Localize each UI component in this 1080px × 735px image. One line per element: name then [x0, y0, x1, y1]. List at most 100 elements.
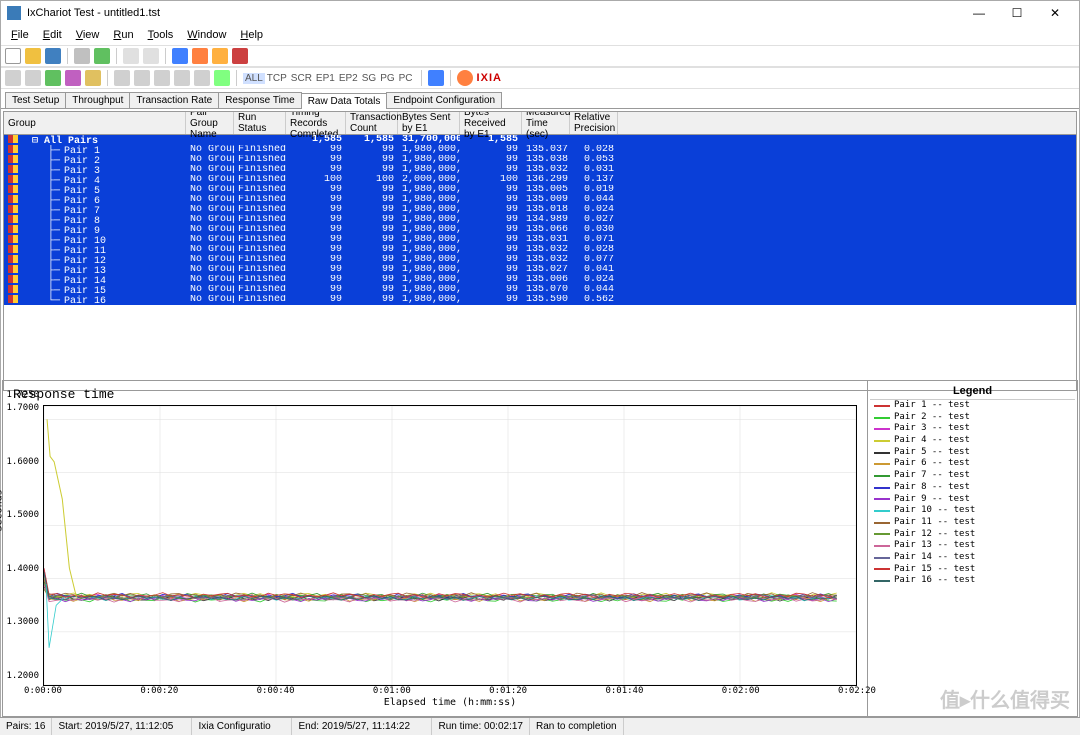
col-header[interactable]: RelativePrecision [570, 112, 618, 134]
abort-icon[interactable] [232, 48, 248, 64]
menu-edit[interactable]: Edit [37, 27, 68, 43]
y-tick: 1.7000 [6, 403, 39, 413]
x-tick: 0:01:00 [373, 686, 411, 696]
menu-file[interactable]: File [5, 27, 35, 43]
col-header[interactable]: Run Status [234, 112, 286, 134]
menu-tools[interactable]: Tools [142, 27, 180, 43]
table-body[interactable]: ⊟ All Pairs1,5851,58531,700,000,0001,585… [4, 135, 1076, 305]
legend-item[interactable]: Pair 8 -- test [870, 482, 1075, 494]
paste-icon[interactable] [143, 48, 159, 64]
legend-item[interactable]: Pair 15 -- test [870, 564, 1075, 576]
legend-item[interactable]: Pair 12 -- test [870, 529, 1075, 541]
table-row[interactable]: ├─Pair 3No GroupFinished99991,980,000,00… [4, 165, 1076, 175]
tool-d-icon[interactable] [65, 70, 81, 86]
table-row[interactable]: ├─Pair 2No GroupFinished99991,980,000,00… [4, 155, 1076, 165]
tool-b-icon[interactable] [25, 70, 41, 86]
refresh-icon[interactable] [428, 70, 444, 86]
col-header[interactable]: Bytes Receivedby E1 [460, 112, 522, 134]
legend-item[interactable]: Pair 6 -- test [870, 458, 1075, 470]
menu-help[interactable]: Help [234, 27, 269, 43]
col-header[interactable]: Bytes Sentby E1 [398, 112, 460, 134]
filter-pg[interactable]: PG [378, 73, 396, 84]
table-row[interactable]: ├─Pair 11No GroupFinished99991,980,000,0… [4, 245, 1076, 255]
copy-icon[interactable] [123, 48, 139, 64]
filter-pc[interactable]: PC [397, 73, 415, 84]
new-icon[interactable] [5, 48, 21, 64]
filter-tcp[interactable]: TCP [265, 73, 289, 84]
y-axis-label: Seconds [0, 489, 5, 531]
legend-item[interactable]: Pair 10 -- test [870, 505, 1075, 517]
table-row[interactable]: ├─Pair 10No GroupFinished99991,980,000,0… [4, 235, 1076, 245]
maximize-button[interactable]: ☐ [999, 3, 1035, 23]
filter-all[interactable]: ALL [243, 73, 265, 84]
tool-c-icon[interactable] [45, 70, 61, 86]
tool-a-icon[interactable] [5, 70, 21, 86]
results-table: GroupPair GroupNameRun StatusTiming Reco… [3, 111, 1077, 391]
x-tick: 0:01:40 [605, 686, 643, 696]
tab-response-time[interactable]: Response Time [218, 92, 301, 108]
tool-g-icon[interactable] [134, 70, 150, 86]
tool-e-icon[interactable] [85, 70, 101, 86]
legend-item[interactable]: Pair 3 -- test [870, 423, 1075, 435]
tool-f-icon[interactable] [114, 70, 130, 86]
legend-item[interactable]: Pair 5 -- test [870, 447, 1075, 459]
tool-j-icon[interactable] [194, 70, 210, 86]
filter-sg[interactable]: SG [360, 73, 378, 84]
tab-transaction-rate[interactable]: Transaction Rate [129, 92, 219, 108]
app-icon [7, 6, 21, 20]
pause-icon[interactable] [212, 48, 228, 64]
col-header[interactable]: Timing RecordsCompleted [286, 112, 346, 134]
minimize-button[interactable]: — [961, 3, 997, 23]
print-icon[interactable] [74, 48, 90, 64]
table-row[interactable]: ├─Pair 7No GroupFinished99991,980,000,00… [4, 205, 1076, 215]
chart-panel: Response time Seconds 1.20001.30001.4000… [2, 380, 1078, 717]
run-icon[interactable] [172, 48, 188, 64]
table-row[interactable]: ├─Pair 4No GroupFinished1001002,000,000,… [4, 175, 1076, 185]
tool-h-icon[interactable] [154, 70, 170, 86]
close-button[interactable]: ✕ [1037, 3, 1073, 23]
tab-throughput[interactable]: Throughput [65, 92, 130, 108]
menubar: FileEditViewRunToolsWindowHelp [1, 25, 1079, 45]
menu-window[interactable]: Window [181, 27, 232, 43]
tab-test-setup[interactable]: Test Setup [5, 92, 66, 108]
menu-run[interactable]: Run [107, 27, 139, 43]
legend-item[interactable]: Pair 11 -- test [870, 517, 1075, 529]
legend-item[interactable]: Pair 9 -- test [870, 494, 1075, 506]
table-row[interactable]: ├─Pair 1No GroupFinished99991,980,000,00… [4, 145, 1076, 155]
tool-i-icon[interactable] [174, 70, 190, 86]
table-row[interactable]: ├─Pair 8No GroupFinished99991,980,000,00… [4, 215, 1076, 225]
table-row[interactable]: ├─Pair 5No GroupFinished99991,980,000,00… [4, 185, 1076, 195]
legend-item[interactable]: Pair 7 -- test [870, 470, 1075, 482]
x-tick: 0:00:40 [257, 686, 295, 696]
table-row[interactable]: ├─Pair 13No GroupFinished99991,980,000,0… [4, 265, 1076, 275]
stop-icon[interactable] [192, 48, 208, 64]
col-header[interactable]: Group [4, 112, 186, 134]
table-row[interactable]: ├─Pair 9No GroupFinished99991,980,000,00… [4, 225, 1076, 235]
legend-item[interactable]: Pair 13 -- test [870, 540, 1075, 552]
table-row[interactable]: ├─Pair 15No GroupFinished99991,980,000,0… [4, 285, 1076, 295]
filter-scr[interactable]: SCR [289, 73, 314, 84]
filter-ep2[interactable]: EP2 [337, 73, 360, 84]
col-header[interactable]: Pair GroupName [186, 112, 234, 134]
open-icon[interactable] [25, 48, 41, 64]
table-row[interactable]: ├─Pair 14No GroupFinished99991,980,000,0… [4, 275, 1076, 285]
legend-item[interactable]: Pair 14 -- test [870, 552, 1075, 564]
tool-k-icon[interactable] [214, 70, 230, 86]
legend-item[interactable]: Pair 4 -- test [870, 435, 1075, 447]
menu-view[interactable]: View [70, 27, 106, 43]
legend-item[interactable]: Pair 1 -- test [870, 400, 1075, 412]
tab-endpoint-configuration[interactable]: Endpoint Configuration [386, 92, 502, 108]
save-icon[interactable] [45, 48, 61, 64]
table-row[interactable]: ⊟ All Pairs1,5851,58531,700,000,0001,585 [4, 135, 1076, 145]
legend-item[interactable]: Pair 16 -- test [870, 575, 1075, 587]
export-icon[interactable] [94, 48, 110, 64]
col-header[interactable]: MeasuredTime (sec) [522, 112, 570, 134]
tab-raw-data-totals[interactable]: Raw Data Totals [301, 93, 388, 109]
legend-item[interactable]: Pair 2 -- test [870, 412, 1075, 424]
plot-area[interactable] [43, 405, 857, 686]
filter-ep1[interactable]: EP1 [314, 73, 337, 84]
table-row[interactable]: ├─Pair 6No GroupFinished99991,980,000,00… [4, 195, 1076, 205]
table-row[interactable]: ├─Pair 12No GroupFinished99991,980,000,0… [4, 255, 1076, 265]
col-header[interactable]: TransactionCount [346, 112, 398, 134]
table-row[interactable]: └─Pair 16No GroupFinished99991,980,000,0… [4, 295, 1076, 305]
